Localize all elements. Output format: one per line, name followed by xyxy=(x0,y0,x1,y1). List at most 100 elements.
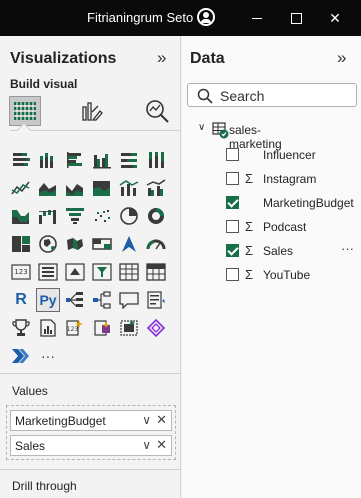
visual-gallery: 123 R Py 123 ··· xyxy=(9,148,168,368)
field-row[interactable]: Influencer xyxy=(226,146,361,164)
field-row[interactable]: Σ Podcast xyxy=(226,218,361,236)
sigma-icon: Σ xyxy=(245,243,254,258)
power-apps-icon[interactable] xyxy=(90,316,114,340)
drill-through-label[interactable]: Drill through xyxy=(12,479,77,493)
svg-text:123: 123 xyxy=(14,268,27,276)
values-well: MarketingBudget ∨ ✕ Sales ∨ ✕ xyxy=(6,405,176,460)
field-checkbox[interactable] xyxy=(226,268,239,281)
r-visual-glyph: R xyxy=(15,291,27,308)
new-card-icon[interactable]: 123 xyxy=(63,316,87,340)
key-influencers-icon[interactable] xyxy=(63,288,87,312)
field-row[interactable]: Σ Sales ··· xyxy=(226,241,361,260)
data-pane: Data » Search ∨ sales-marketing Influenc… xyxy=(182,36,361,498)
python-visual-glyph: Py xyxy=(39,292,57,308)
format-visual-icon[interactable] xyxy=(75,96,107,126)
field-name: Sales xyxy=(263,244,294,258)
values-label: Values xyxy=(12,384,48,398)
collapse-data-icon[interactable]: » xyxy=(337,48,347,68)
shape-map-icon[interactable] xyxy=(90,232,114,256)
maximize-icon[interactable] xyxy=(286,8,306,28)
qa-icon[interactable] xyxy=(117,288,141,312)
visualizations-pane: Visualizations » Build visual 123 R Py 1… xyxy=(0,36,181,498)
ribbon-chart-icon[interactable] xyxy=(9,204,33,228)
svg-text:123: 123 xyxy=(67,326,79,333)
field-checkbox[interactable] xyxy=(226,220,239,233)
field-row[interactable]: Σ Instagram xyxy=(226,170,361,188)
stacked-column-chart-icon[interactable] xyxy=(36,148,60,172)
remove-icon[interactable]: ✕ xyxy=(156,412,167,428)
donut-chart-icon[interactable] xyxy=(144,204,168,228)
field-checkbox[interactable] xyxy=(226,244,239,257)
smart-narrative-icon[interactable] xyxy=(144,288,168,312)
stacked-area-chart-icon[interactable] xyxy=(63,176,87,200)
filled-map-icon[interactable] xyxy=(63,232,87,256)
more-options-icon[interactable]: ··· xyxy=(36,344,60,368)
paginated-report-icon[interactable] xyxy=(36,316,60,340)
title-bar: Fitrianingrum Seto ✕ xyxy=(0,0,361,36)
field-name: YouTube xyxy=(263,268,311,282)
data-title: Data xyxy=(190,50,225,67)
search-input[interactable]: Search xyxy=(187,83,357,107)
field-row[interactable]: MarketingBudget xyxy=(226,194,361,212)
remove-icon[interactable]: ✕ xyxy=(156,437,167,453)
field-name: MarketingBudget xyxy=(263,196,354,210)
python-visual-icon[interactable]: Py xyxy=(36,288,60,312)
get-more-visuals-icon[interactable] xyxy=(144,316,168,340)
gauge-icon[interactable] xyxy=(144,232,168,256)
clustered-bar-chart-icon[interactable] xyxy=(63,148,87,172)
slicer-icon[interactable] xyxy=(90,260,114,284)
analytics-icon[interactable] xyxy=(141,96,173,126)
100-stacked-area-chart-icon[interactable] xyxy=(90,176,114,200)
field-row[interactable]: Σ YouTube xyxy=(226,266,361,284)
100-stacked-bar-chart-icon[interactable] xyxy=(117,148,141,172)
values-field-label: MarketingBudget xyxy=(15,414,106,428)
collapse-visualizations-icon[interactable]: » xyxy=(157,48,167,68)
decomposition-tree-icon[interactable] xyxy=(90,288,114,312)
values-field-pill[interactable]: MarketingBudget ∨ ✕ xyxy=(10,410,172,431)
table-icon[interactable] xyxy=(117,260,141,284)
area-chart-icon[interactable] xyxy=(36,176,60,200)
table-icon xyxy=(212,122,229,139)
power-automate-flow-icon[interactable] xyxy=(9,344,33,368)
scatter-chart-icon[interactable] xyxy=(90,204,114,228)
search-icon xyxy=(197,88,213,104)
treemap-icon[interactable] xyxy=(9,232,33,256)
close-icon[interactable]: ✕ xyxy=(325,8,345,28)
azure-map-icon[interactable] xyxy=(117,232,141,256)
multi-row-card-icon[interactable] xyxy=(36,260,60,284)
map-icon[interactable] xyxy=(36,232,60,256)
chevron-down-icon[interactable]: ∨ xyxy=(142,438,151,452)
card-icon[interactable]: 123 xyxy=(9,260,33,284)
waterfall-chart-icon[interactable] xyxy=(36,204,60,228)
search-placeholder: Search xyxy=(220,88,265,104)
stacked-bar-chart-icon[interactable] xyxy=(9,148,33,172)
values-divider xyxy=(0,373,181,374)
clustered-column-chart-icon[interactable] xyxy=(90,148,114,172)
build-visual-icon[interactable] xyxy=(9,96,41,126)
person-circle-icon[interactable] xyxy=(197,8,215,26)
chevron-down-icon[interactable]: ∨ xyxy=(198,122,205,133)
field-checkbox[interactable] xyxy=(226,172,239,185)
values-field-pill[interactable]: Sales ∨ ✕ xyxy=(10,435,172,456)
build-visual-divider xyxy=(10,130,180,131)
more-options-icon[interactable]: ··· xyxy=(341,241,354,256)
visualizations-title: Visualizations xyxy=(10,50,117,67)
sigma-icon: Σ xyxy=(245,171,254,186)
funnel-chart-icon[interactable] xyxy=(63,204,87,228)
pie-chart-icon[interactable] xyxy=(117,204,141,228)
line-and-stacked-column-icon[interactable] xyxy=(117,176,141,200)
matrix-icon[interactable] xyxy=(144,260,168,284)
line-chart-icon[interactable] xyxy=(9,176,33,200)
field-checkbox[interactable] xyxy=(226,196,239,209)
field-name: Influencer xyxy=(263,148,316,162)
100-stacked-column-chart-icon[interactable] xyxy=(144,148,168,172)
minimize-icon[interactable] xyxy=(247,8,267,28)
user-name: Fitrianingrum Seto xyxy=(87,10,194,25)
trophy-goals-icon[interactable] xyxy=(9,316,33,340)
r-visual-icon[interactable]: R xyxy=(9,288,33,312)
line-and-clustered-column-icon[interactable] xyxy=(144,176,168,200)
chevron-down-icon[interactable]: ∨ xyxy=(142,413,151,427)
kpi-icon[interactable] xyxy=(63,260,87,284)
power-automate-icon[interactable] xyxy=(117,316,141,340)
field-checkbox[interactable] xyxy=(226,148,239,161)
